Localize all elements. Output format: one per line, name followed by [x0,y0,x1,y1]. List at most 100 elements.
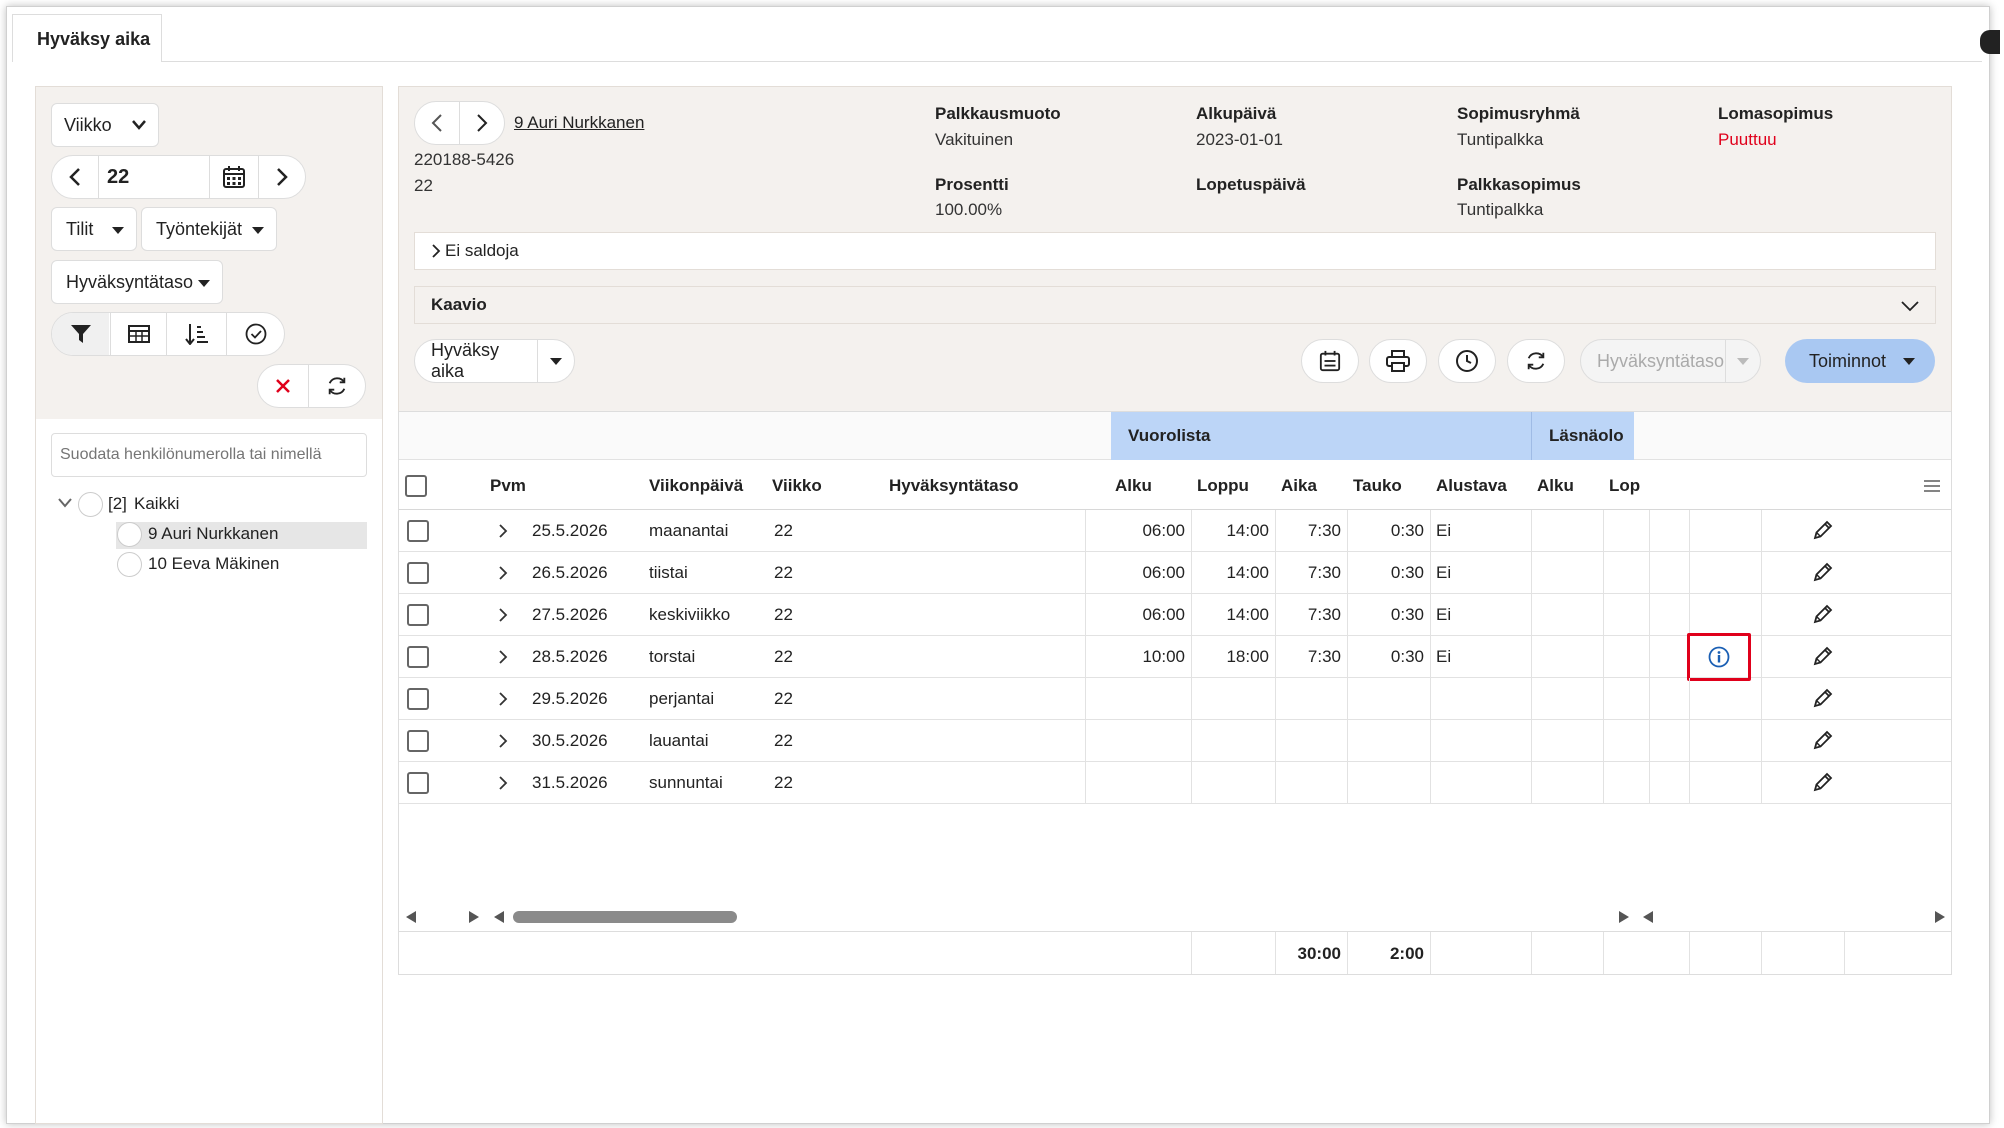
scroll-left-icon[interactable] [493,910,505,924]
row-checkbox[interactable] [407,646,429,668]
header-tauko[interactable]: Tauko [1353,476,1402,496]
cell-pvm: 31.5.2026 [532,773,608,792]
hyvaksyntataso-dropdown[interactable]: Hyväksyntätaso [51,260,223,304]
filter-view-button[interactable] [52,313,109,355]
hyvaksy-aika-button[interactable]: Hyväksy aika [414,339,538,383]
header-loppu-lasnaolo[interactable]: Lop [1609,476,1640,496]
period-select[interactable]: Viikko [51,103,159,147]
tree-collapse-icon[interactable] [58,498,72,508]
edit-pencil-icon[interactable] [1812,603,1834,625]
header-hyvaksyntataso[interactable]: Hyväksyntätaso [889,476,1018,496]
edit-pencil-icon[interactable] [1812,561,1834,583]
expand-row-icon[interactable] [498,649,508,665]
tree-item-label[interactable]: 9 Auri Nurkkanen [148,524,278,544]
week-input[interactable]: 22 [98,155,210,199]
edit-pencil-icon[interactable] [1812,729,1834,751]
select-all-checkbox[interactable] [405,475,427,497]
info-icon[interactable] [1708,646,1730,668]
right-edge-badge [1980,30,2000,54]
scroll-left-icon[interactable] [405,910,417,924]
toiminnot-button[interactable]: Toiminnot [1785,339,1935,383]
tree-root-label[interactable]: Kaikki [134,494,179,514]
column-divider [1085,510,1086,552]
row-checkbox[interactable] [407,688,429,710]
clear-filter-button[interactable] [257,364,309,408]
week-prev-button[interactable] [51,155,99,199]
column-divider [1603,510,1604,552]
header-alku-lasnaolo[interactable]: Alku [1537,476,1574,496]
header-viikonpaiva[interactable]: Viikonpäivä [649,476,743,496]
tyontekijat-dropdown[interactable]: Työntekijät [141,207,277,251]
time-button[interactable] [1438,339,1496,383]
column-divider [1761,678,1762,720]
cell-pvm: 29.5.2026 [532,689,608,708]
sort-icon [184,324,208,345]
edit-pencil-icon[interactable] [1812,771,1834,793]
column-divider [1531,762,1532,804]
table-row[interactable] [399,762,1951,804]
expand-row-icon[interactable] [498,607,508,623]
caret-down-icon [112,227,124,234]
expand-row-icon[interactable] [498,691,508,707]
sort-view-button[interactable] [166,313,226,355]
column-menu-icon[interactable] [1923,479,1941,493]
calendar-view-button[interactable] [1301,339,1359,383]
header-aika[interactable]: Aika [1281,476,1317,496]
employee-name-link[interactable]: 9 Auri Nurkkanen [514,113,644,133]
prev-employee-button[interactable] [414,101,460,145]
cell-alustava: Ei [1436,605,1452,624]
row-checkbox[interactable] [407,730,429,752]
horizontal-scrollbar-thumb[interactable] [513,911,737,923]
row-checkbox[interactable] [407,604,429,626]
expand-row-icon[interactable] [498,775,508,791]
edit-pencil-icon[interactable] [1812,519,1834,541]
tilit-dropdown[interactable]: Tilit [51,207,137,251]
scroll-right-icon[interactable] [1934,910,1946,924]
employee-filter-input[interactable] [51,433,367,477]
expand-row-icon[interactable] [498,733,508,749]
header-loppu[interactable]: Loppu [1197,476,1249,496]
kaavio-section[interactable]: Kaavio [414,286,1936,324]
header-alustava[interactable]: Alustava [1436,476,1507,496]
header-viikko[interactable]: Viikko [772,476,822,496]
refresh-button[interactable] [1507,339,1565,383]
tree-item-radio[interactable] [117,522,142,547]
table-view-button[interactable] [110,313,166,355]
row-checkbox[interactable] [407,562,429,584]
edit-pencil-icon[interactable] [1812,645,1834,667]
calendar-button[interactable] [209,155,259,199]
table-row[interactable] [399,678,1951,720]
print-button[interactable] [1369,339,1427,383]
header-pvm[interactable]: Pvm [490,476,526,496]
cell-alku: 06:00 [1142,605,1185,624]
tree-item-radio[interactable] [117,552,142,577]
table-row[interactable] [399,720,1951,762]
cell-viikonpaiva: perjantai [649,689,715,708]
approve-view-button[interactable] [226,313,284,355]
expand-row-icon[interactable] [498,523,508,539]
column-divider [1649,552,1650,594]
row-checkbox[interactable] [407,520,429,542]
tab-hyvaksy-aika[interactable]: Hyväksy aika [12,14,162,62]
column-divider [1649,510,1650,552]
scroll-right-icon[interactable] [468,910,480,924]
column-divider [1531,636,1532,678]
hyvaksyntataso-toolbar-button[interactable]: Hyväksyntätaso [1580,339,1726,383]
saldot-label: Ei saldoja [445,241,519,260]
cell-alku: 10:00 [1142,647,1185,666]
tree-root-radio[interactable] [78,492,103,517]
field-label-palkkausmuoto: Palkkausmuoto [935,104,1061,123]
next-employee-button[interactable] [459,101,505,145]
row-checkbox[interactable] [407,772,429,794]
scroll-left-icon[interactable] [1642,910,1654,924]
scroll-right-icon[interactable] [1618,910,1630,924]
column-divider [1603,720,1604,762]
week-next-button[interactable] [258,155,306,199]
cell-loppu: 14:00 [1226,563,1269,582]
edit-pencil-icon[interactable] [1812,687,1834,709]
refresh-filter-button[interactable] [308,364,366,408]
saldot-section[interactable]: Ei saldoja [414,232,1936,270]
header-alku[interactable]: Alku [1115,476,1152,496]
expand-row-icon[interactable] [498,565,508,581]
tree-item-label[interactable]: 10 Eeva Mäkinen [148,554,279,574]
